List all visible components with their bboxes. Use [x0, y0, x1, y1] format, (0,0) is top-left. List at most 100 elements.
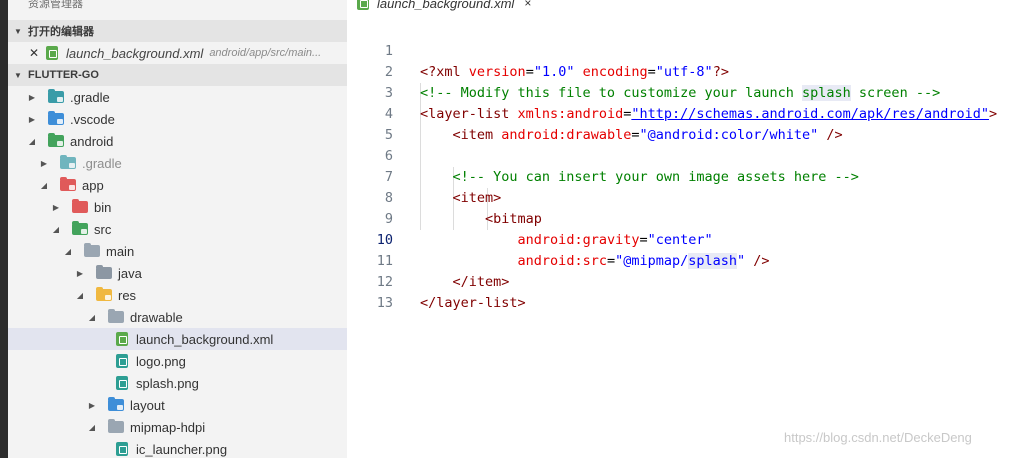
tree-item-label: .gradle [70, 89, 110, 105]
close-icon[interactable]: × [524, 0, 531, 10]
tree-item-res[interactable]: ◢ res [8, 284, 347, 306]
tree-item-ic-launcher[interactable]: ic_launcher.png [8, 438, 347, 458]
tree-item-gradle[interactable]: ▶ .gradle [8, 86, 347, 108]
tree-item-android-gradle[interactable]: ▶ .gradle [8, 152, 347, 174]
folder-icon [48, 111, 64, 126]
code-line: 7 <item> [347, 146, 1022, 206]
chevron-down-icon: ▼ [14, 26, 22, 36]
chevron-down-icon: ◢ [88, 312, 96, 322]
activity-bar [0, 0, 8, 458]
tree-item-label: res [118, 287, 137, 303]
folder-open-icon [96, 287, 112, 302]
code-line: 9 android:gravity="center" [347, 188, 1022, 248]
folder-icon [60, 155, 76, 170]
code-line: 13 [347, 272, 1022, 311]
tree-item-label: ic_launcher.png [136, 441, 228, 457]
folder-open-icon [108, 419, 124, 434]
open-editors-section[interactable]: ▼ 打开的编辑器 [8, 20, 347, 42]
xml-file-icon [46, 46, 58, 60]
tree-item-label: android [70, 133, 114, 149]
folder-open-icon [72, 221, 88, 236]
close-icon[interactable]: ✕ [28, 46, 40, 60]
code-line-current: 10 android:src="@mipmap/splash" /> [347, 209, 1022, 269]
tree-item-label: .gradle [82, 155, 122, 171]
tree-item-label: logo.png [136, 353, 186, 369]
tag-name: </layer-list> [420, 295, 526, 311]
tree-item-vscode[interactable]: ▶ .vscode [8, 108, 347, 130]
chevron-down-icon: ◢ [28, 136, 36, 146]
code-line: 6 <!-- You can insert your own image ass… [347, 125, 1022, 185]
code-editor[interactable]: launch_background.xml × 1 <?xml version=… [347, 0, 1022, 458]
folder-open-icon [108, 309, 124, 324]
code-line: 5 [347, 104, 1022, 143]
tree-item-label: src [94, 221, 112, 237]
code-line: 1 <?xml version="1.0" encoding="utf-8"?> [347, 20, 1022, 80]
tree-item-label: app [82, 177, 104, 193]
tree-item-android[interactable]: ◢ android [8, 130, 347, 152]
chevron-down-icon: ◢ [64, 246, 72, 256]
folder-open-icon [48, 133, 64, 148]
workspace-label: FLUTTER-GO [28, 69, 99, 81]
tree-item-label: drawable [130, 309, 183, 325]
chevron-down-icon: ▼ [14, 70, 22, 80]
tree-item-label: layout [130, 397, 165, 413]
tree-item-splash[interactable]: splash.png [8, 372, 347, 394]
tree-item-launch-background[interactable]: launch_background.xml [8, 328, 347, 350]
watermark: https://blog.csdn.net/DeckeDeng [784, 430, 972, 445]
explorer-sidebar: 资源管理器 ▼ 打开的编辑器 ✕ launch_background.xml a… [8, 0, 347, 458]
code-line: 2 <!-- Modify this file to customize you… [347, 41, 1022, 101]
tree-item-layout[interactable]: ▶ layout [8, 394, 347, 416]
tree-item-bin[interactable]: ▶ bin [8, 196, 347, 218]
code-line: 12 </layer-list> [347, 251, 1022, 311]
folder-open-icon [84, 243, 100, 258]
tree-item-label: splash.png [136, 375, 199, 391]
tree-item-mipmap-hdpi[interactable]: ◢ mipmap-hdpi [8, 416, 347, 438]
tree-item-label: launch_background.xml [136, 331, 274, 347]
open-editors-label: 打开的编辑器 [28, 26, 94, 38]
image-file-icon [116, 442, 128, 456]
tab-bar: launch_background.xml × [347, 0, 1022, 12]
tree-item-label: java [118, 265, 142, 281]
folder-icon [72, 199, 88, 214]
tree-item-java[interactable]: ▶ java [8, 262, 347, 284]
code-line: 8 <bitmap [347, 167, 1022, 227]
code-line: 4 <item android:drawable="@android:color… [347, 83, 1022, 143]
tree-item-label: bin [94, 199, 112, 215]
tab-launch-background[interactable]: launch_background.xml × [355, 0, 531, 12]
chevron-down-icon: ◢ [52, 224, 60, 234]
chevron-right-icon: ▶ [76, 268, 84, 278]
workspace-section[interactable]: ▼ FLUTTER-GO [8, 64, 347, 86]
line-number: 13 [376, 295, 393, 311]
chevron-right-icon: ▶ [88, 400, 96, 410]
chevron-down-icon: ◢ [40, 180, 48, 190]
chevron-right-icon: ▶ [52, 202, 60, 212]
tree-item-drawable[interactable]: ◢ drawable [8, 306, 347, 328]
open-editor-filename: launch_background.xml [66, 45, 204, 61]
folder-icon [108, 397, 124, 412]
tree-item-logo[interactable]: logo.png [8, 350, 347, 372]
tab-title: launch_background.xml [377, 0, 515, 11]
xml-file-icon [116, 332, 128, 346]
tree-item-app[interactable]: ◢ app [8, 174, 347, 196]
explorer-title: 资源管理器 [28, 0, 83, 10]
xml-file-icon [357, 0, 369, 10]
chevron-down-icon: ◢ [88, 422, 96, 432]
folder-icon [48, 89, 64, 104]
chevron-right-icon: ▶ [40, 158, 48, 168]
open-editor-path: android/app/src/main... [209, 47, 322, 59]
image-file-icon [116, 376, 128, 390]
tree-item-main[interactable]: ◢ main [8, 240, 347, 262]
tree-item-label: mipmap-hdpi [130, 419, 206, 435]
chevron-down-icon: ◢ [76, 290, 84, 300]
tree-item-src[interactable]: ◢ src [8, 218, 347, 240]
image-file-icon [116, 354, 128, 368]
open-editor-item[interactable]: ✕ launch_background.xml android/app/src/… [8, 42, 347, 64]
code-line: 3 <layer-list xmlns:android="http://sche… [347, 62, 1022, 122]
code-line: 11 </item> [347, 230, 1022, 290]
tree-item-label: main [106, 243, 135, 259]
tree-item-label: .vscode [70, 111, 115, 127]
chevron-right-icon: ▶ [28, 92, 36, 102]
folder-open-icon [60, 177, 76, 192]
chevron-right-icon: ▶ [28, 114, 36, 124]
folder-icon [96, 265, 112, 280]
